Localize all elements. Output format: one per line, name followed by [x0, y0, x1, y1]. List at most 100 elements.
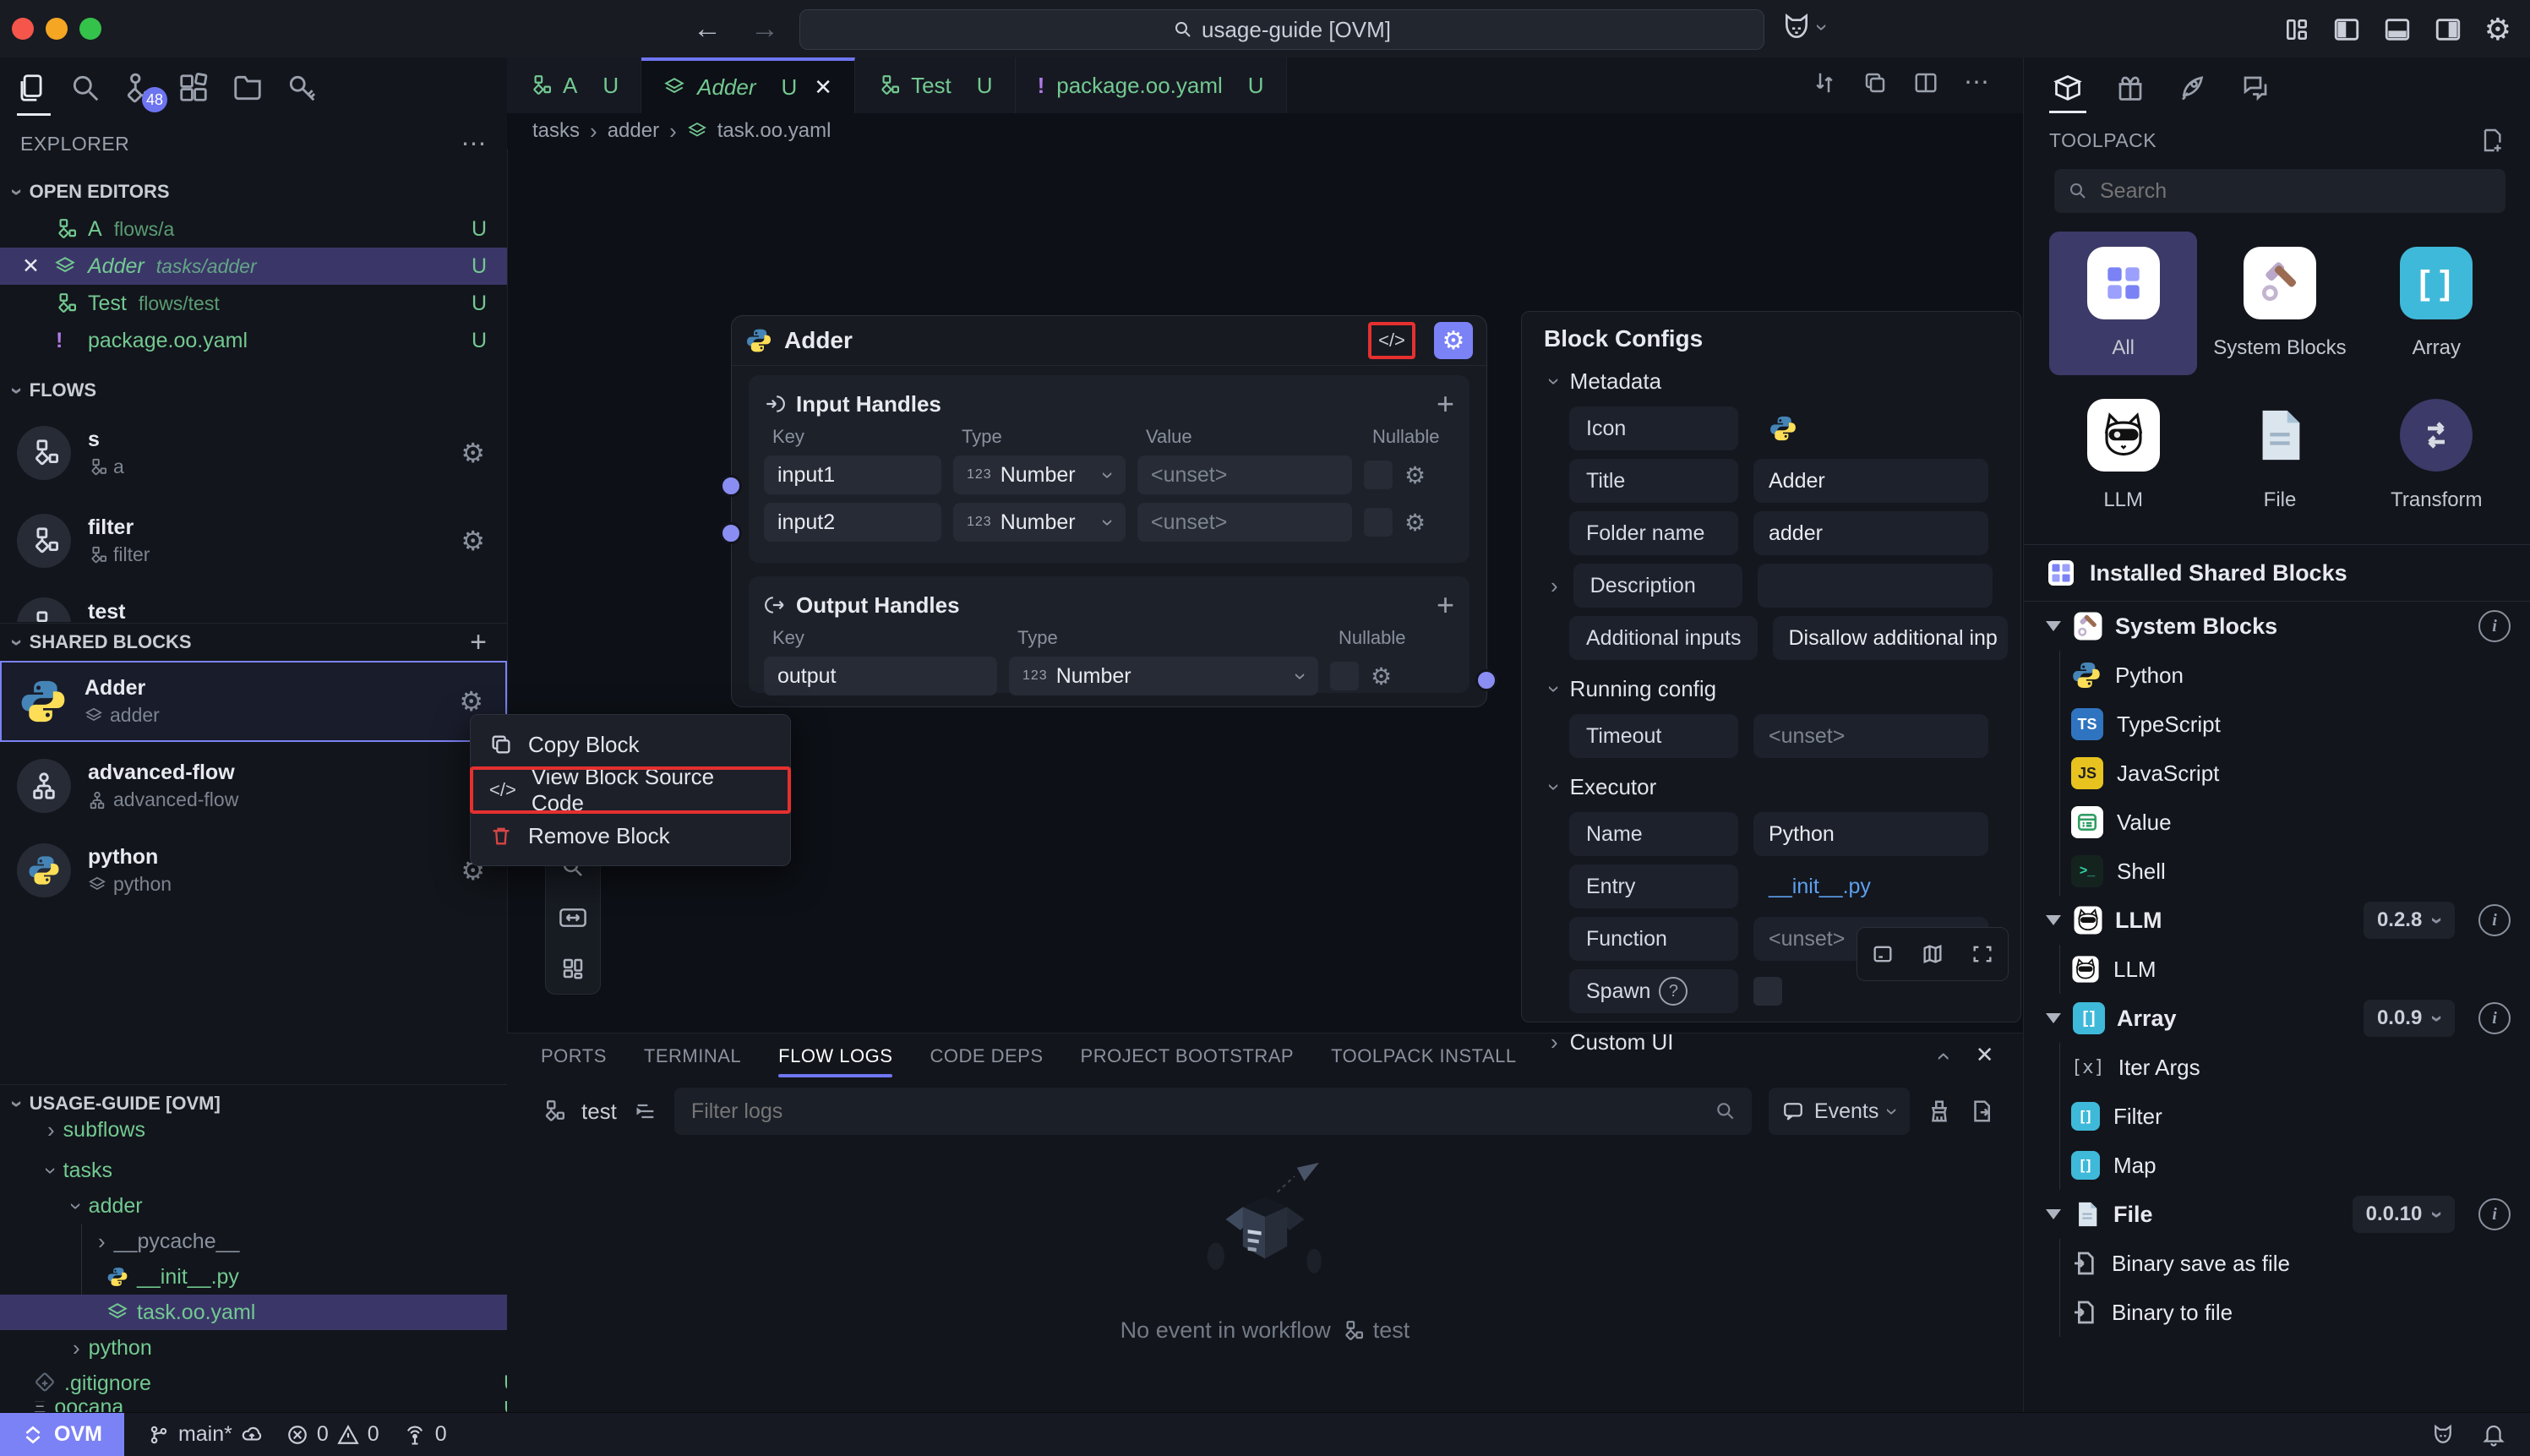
open-editor-test[interactable]: Test flows/test U [0, 285, 507, 322]
shared-block-python[interactable]: python python ⚙ [0, 830, 507, 911]
tree-item-oocana[interactable]: Ξ oocanaU [0, 1401, 541, 1413]
selected-flow-name[interactable]: test [581, 1099, 617, 1125]
assistant-menu[interactable]: › [1780, 10, 1826, 44]
compare-changes-icon[interactable] [1812, 70, 1837, 95]
toolpack-tab-icon[interactable] [2053, 73, 2083, 103]
metadata-section[interactable]: ›Metadata [1522, 364, 2020, 398]
type-select[interactable]: 123Number› [1009, 657, 1318, 695]
help-icon[interactable]: ? [1659, 977, 1688, 1006]
gear-icon[interactable]: ⚙ [461, 525, 485, 557]
type-select[interactable]: 123Number› [953, 503, 1126, 542]
open-editor-package[interactable]: ! package.oo.yaml U [0, 322, 507, 359]
menu-item-copy-block[interactable]: Copy Block [471, 722, 790, 767]
tab-code-deps[interactable]: CODE DEPS [930, 1033, 1043, 1079]
executor-section[interactable]: ›Executor [1522, 770, 2020, 804]
cat-icon[interactable] [2430, 1422, 2456, 1448]
nullable-checkbox[interactable] [1364, 508, 1393, 537]
split-editor-icon[interactable] [1913, 70, 1938, 95]
version-select[interactable]: 0.0.9› [2364, 1000, 2455, 1037]
tab-a[interactable]: AU [507, 57, 641, 113]
more-actions-icon[interactable]: ⋯ [461, 129, 488, 159]
toolpack-search-input[interactable] [2098, 178, 2492, 204]
tab-project-bootstrap[interactable]: PROJECT BOOTSTRAP [1081, 1033, 1295, 1079]
filter-logs-field[interactable] [674, 1088, 1752, 1135]
nav-back-icon[interactable]: ← [693, 13, 722, 46]
group-array[interactable]: [ ] Array 0.0.9› i [2024, 994, 2530, 1043]
problems-indicator[interactable]: 0 0 [286, 1422, 379, 1447]
key-field[interactable]: input1 [764, 455, 941, 494]
output-handle-dot[interactable] [1475, 669, 1497, 691]
custom-ui-section[interactable]: ›Custom UI [1522, 1025, 2020, 1059]
copy-icon[interactable] [1862, 70, 1888, 95]
extensions-icon[interactable] [177, 72, 210, 104]
title-value[interactable]: Adder [1753, 459, 1988, 503]
rocket-tab-icon[interactable] [2178, 73, 2208, 103]
value-field[interactable]: <unset> [1137, 503, 1352, 542]
add-input-icon[interactable]: + [1437, 386, 1454, 422]
menu-item-view-block-source-code[interactable]: </> View Block Source Code [471, 767, 790, 813]
executor-name-value[interactable]: Python [1753, 812, 1988, 856]
flow-item-s[interactable]: s a ⚙ [0, 412, 507, 494]
block-shell[interactable]: >_ Shell [2024, 847, 2530, 896]
timeout-value[interactable]: <unset> [1753, 714, 1988, 758]
log-level-icon[interactable] [634, 1099, 657, 1123]
bell-icon[interactable] [2481, 1422, 2506, 1448]
spawn-checkbox[interactable] [1753, 977, 1782, 1006]
info-icon[interactable]: i [2478, 610, 2511, 642]
flows-icon[interactable]: 48 [123, 72, 155, 104]
shared-blocks-header[interactable]: ›SHARED BLOCKS + [0, 623, 507, 661]
toggle-bottom-panel-icon[interactable] [2383, 15, 2412, 44]
gear-icon[interactable]: ⚙ [461, 437, 485, 469]
events-dropdown[interactable]: Events › [1769, 1088, 1910, 1135]
key-field[interactable]: output [764, 657, 997, 695]
search-icon[interactable] [69, 72, 101, 104]
panel-icon[interactable] [1871, 942, 1895, 966]
adder-node[interactable]: Adder </> ⚙ Input Handles + Key Type Val… [731, 315, 1487, 707]
tree-item-subflows[interactable]: ›subflows [0, 1117, 554, 1142]
info-icon[interactable]: i [2478, 904, 2511, 936]
tree-item-tasks[interactable]: ›tasks [0, 1153, 554, 1188]
folder-icon[interactable] [232, 72, 264, 104]
flows-header[interactable]: ›FLOWS [0, 372, 507, 409]
tab-package[interactable]: ! package.oo.yamlU [1016, 57, 1287, 113]
additional-inputs-value[interactable]: Disallow additional inp [1773, 616, 2008, 660]
block-python[interactable]: Python [2024, 651, 2530, 700]
traffic-minimize-button[interactable] [46, 18, 68, 40]
expand-icon[interactable]: › [1551, 573, 1558, 599]
gear-icon[interactable]: ⚙ [1371, 663, 1392, 690]
customize-layout-icon[interactable] [2283, 16, 2310, 43]
input-handle-dot[interactable] [720, 522, 742, 544]
open-editors-header[interactable]: ›OPEN EDITORS [0, 173, 507, 210]
minimap-icon[interactable] [1921, 942, 1944, 966]
tab-test[interactable]: TestU [855, 57, 1015, 113]
filter-logs-input[interactable] [690, 1099, 1715, 1125]
nullable-checkbox[interactable] [1330, 662, 1359, 690]
block-typescript[interactable]: TSTypeScript [2024, 700, 2530, 749]
toggle-left-sidebar-icon[interactable] [2332, 15, 2361, 44]
tree-item-gitignore[interactable]: .gitignoreU [0, 1366, 541, 1401]
block-map[interactable]: [ ] Map [2024, 1141, 2530, 1190]
git-branch-indicator[interactable]: main* [148, 1422, 263, 1447]
category-array[interactable]: [ ] Array [2363, 232, 2511, 375]
tab-flow-logs[interactable]: FLOW LOGS [778, 1033, 892, 1079]
gift-tab-icon[interactable] [2115, 73, 2146, 103]
explorer-icon[interactable] [15, 72, 47, 104]
gear-icon[interactable]: ⚙ [1404, 461, 1426, 489]
toggle-right-sidebar-icon[interactable] [2434, 15, 2462, 44]
view-source-code-button[interactable]: </> [1368, 322, 1415, 359]
gear-icon[interactable]: ⚙ [459, 685, 483, 717]
export-logs-icon[interactable] [1969, 1099, 1994, 1124]
ports-indicator[interactable]: 0 [403, 1422, 447, 1447]
flow-item-filter[interactable]: filter filter ⚙ [0, 500, 507, 581]
block-iter-args[interactable]: [x] Iter Args [2024, 1043, 2530, 1092]
new-toolpack-icon[interactable] [2478, 127, 2505, 154]
block-binary-to-file[interactable]: Binary to file [2024, 1288, 2530, 1337]
block-filter[interactable]: [ ] Filter [2024, 1092, 2530, 1141]
input-handle-dot[interactable] [720, 475, 742, 497]
toolpack-search-field[interactable] [2054, 169, 2505, 213]
tab-terminal[interactable]: TERMINAL [644, 1033, 741, 1079]
shared-block-adder[interactable]: Adder adder ⚙ [0, 661, 507, 742]
key-icon[interactable] [286, 72, 318, 104]
version-select[interactable]: 0.2.8› [2364, 902, 2455, 939]
node-header[interactable]: Adder </> ⚙ [732, 316, 1486, 366]
